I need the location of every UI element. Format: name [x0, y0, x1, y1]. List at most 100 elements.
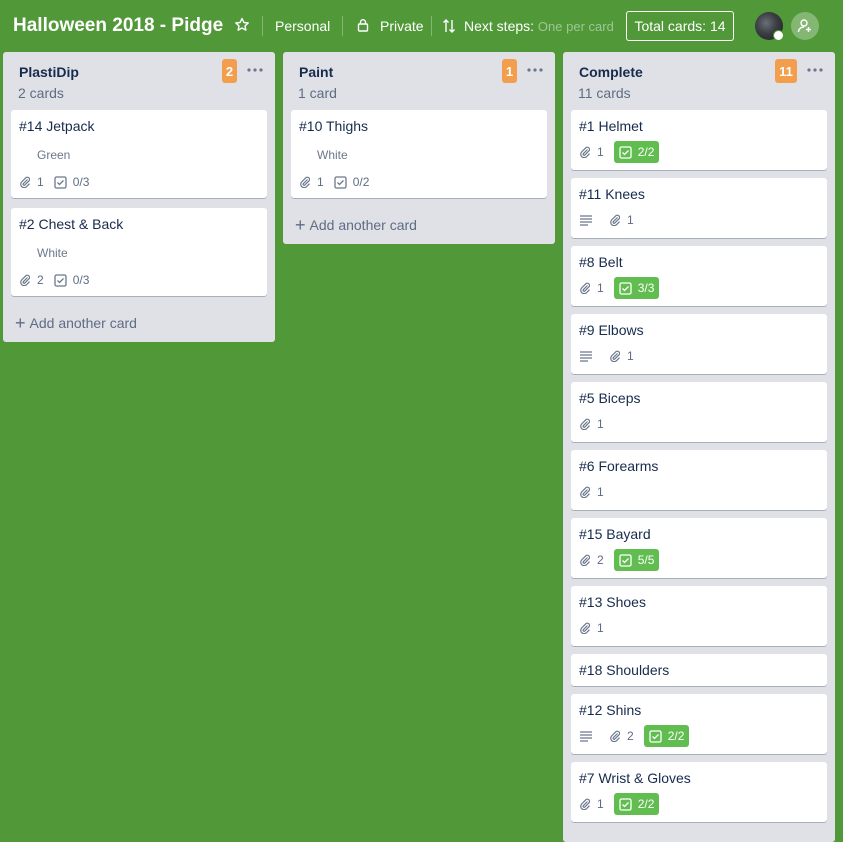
checklist-badge: 5/5	[613, 549, 660, 571]
paperclip-icon	[580, 798, 591, 810]
paperclip-icon	[610, 214, 621, 226]
list-title[interactable]: Complete	[579, 64, 643, 80]
attachment-badge: 1	[299, 172, 324, 192]
card[interactable]: #1 Helmet 1 2/2	[571, 110, 827, 170]
team-button[interactable]: Personal	[275, 18, 330, 34]
checklist-icon	[54, 273, 67, 287]
count-badge: 2	[222, 59, 237, 83]
header-divider	[342, 16, 343, 36]
board-title[interactable]: Halloween 2018 - Pidge	[13, 15, 223, 37]
attachment-badge: 2	[19, 270, 44, 290]
checklist-badge: 2/2	[613, 793, 660, 815]
checklist-count: 5/5	[637, 553, 655, 567]
list-menu-icon[interactable]	[806, 62, 824, 78]
next-steps-value: One per card	[537, 19, 614, 34]
next-steps[interactable]: Next steps: One per card	[464, 18, 614, 34]
card[interactable]: #9 Elbows 1	[571, 314, 827, 374]
checklist-badge: 2/2	[643, 725, 690, 747]
card[interactable]: #5 Biceps 1	[571, 382, 827, 442]
list-complete: Complete 11 cards 1 1 #1 Helmet 1 2/2 #11…	[563, 52, 835, 842]
list-menu-icon[interactable]	[526, 62, 544, 78]
list-menu-icon[interactable]	[246, 62, 264, 78]
checklist-badge: 0/3	[54, 270, 89, 290]
card-title: #14 Jetpack	[19, 118, 95, 134]
card[interactable]: #18 Shoulders	[571, 654, 827, 686]
card[interactable]: #10 Thighs White 1 0/2	[291, 110, 547, 198]
attachment-count: 2	[627, 729, 634, 743]
list-plastidip: PlastiDip 2 cards 2 #14 Jetpack Green 1 …	[3, 52, 275, 342]
attachment-badge: 2	[579, 550, 604, 570]
description-icon	[580, 731, 592, 742]
card[interactable]: #12 Shins 2 2/2	[571, 694, 827, 754]
card-badges: 1	[579, 210, 644, 230]
checklist-badge: 2/2	[613, 141, 660, 163]
description-badge	[579, 210, 593, 230]
card-badges: 2 5/5	[579, 549, 669, 571]
list-card-count: 11 cards	[578, 85, 631, 101]
visibility-button[interactable]: Private	[380, 18, 424, 34]
list-title[interactable]: Paint	[299, 64, 333, 80]
list-card-count: 2 cards	[18, 85, 64, 101]
attachment-badge: 1	[609, 210, 634, 230]
attachment-badge: 1	[579, 414, 604, 434]
card-badges: 1 3/3	[579, 277, 669, 299]
card-title: #5 Biceps	[579, 390, 641, 406]
card-title: #7 Wrist & Gloves	[579, 770, 691, 786]
checklist-icon	[619, 797, 632, 811]
lock-icon	[357, 19, 369, 32]
attachment-badge: 1	[579, 142, 604, 162]
add-card-button[interactable]: + Add another card	[295, 216, 417, 234]
description-badge	[579, 346, 593, 366]
card[interactable]: #7 Wrist & Gloves 1 2/2	[571, 762, 827, 822]
description-icon	[580, 351, 592, 362]
checklist-count: 2/2	[637, 797, 655, 811]
add-card-label: Add another card	[29, 315, 137, 331]
add-card-button[interactable]: + Add another card	[15, 314, 137, 332]
attachment-count: 1	[627, 213, 634, 227]
attachment-count: 2	[37, 273, 44, 287]
card[interactable]: #11 Knees 1	[571, 178, 827, 238]
paperclip-icon	[580, 622, 591, 634]
attachment-count: 1	[317, 175, 324, 189]
card-badges: 2 2/2	[579, 725, 699, 747]
checklist-count: 2/2	[667, 729, 685, 743]
attachment-count: 1	[37, 175, 44, 189]
card-badges: 1 2/2	[579, 793, 669, 815]
card-label: White	[37, 246, 68, 260]
card-badges: 1	[579, 482, 614, 502]
card-title: #15 Bayard	[579, 526, 651, 542]
star-icon[interactable]	[234, 17, 250, 33]
paperclip-icon	[580, 486, 591, 498]
card[interactable]: #6 Forearms 1	[571, 450, 827, 510]
card[interactable]: #15 Bayard 2 5/5	[571, 518, 827, 578]
paperclip-icon	[20, 274, 31, 286]
attachment-badge: 1	[579, 278, 604, 298]
paperclip-icon	[300, 176, 311, 188]
header-divider	[431, 16, 432, 36]
attachment-count: 1	[597, 281, 604, 295]
description-badge	[579, 726, 593, 746]
checklist-count: 0/2	[352, 175, 370, 189]
checklist-icon	[334, 175, 347, 189]
paperclip-icon	[20, 176, 31, 188]
board-header: Halloween 2018 - Pidge Personal Private …	[0, 0, 843, 52]
card-title: #8 Belt	[579, 254, 623, 270]
card-title: #10 Thighs	[299, 118, 369, 134]
attachment-count: 1	[627, 349, 634, 363]
card[interactable]: #2 Chest & Back White 2 0/3	[11, 208, 267, 296]
card-title: #11 Knees	[579, 186, 645, 202]
paperclip-icon	[610, 730, 621, 742]
total-cards-button[interactable]: Total cards: 14	[626, 11, 734, 41]
card[interactable]: #8 Belt 1 3/3	[571, 246, 827, 306]
card[interactable]: #14 Jetpack Green 1 0/3	[11, 110, 267, 198]
checklist-count: 0/3	[72, 175, 90, 189]
add-card-label: Add another card	[309, 217, 417, 233]
list-title[interactable]: PlastiDip	[19, 64, 79, 80]
attachment-badge: 1	[579, 794, 604, 814]
attachment-count: 1	[597, 485, 604, 499]
card-title: #18 Shoulders	[579, 662, 670, 678]
card[interactable]: #13 Shoes 1	[571, 586, 827, 646]
sort-icon	[443, 19, 455, 33]
invite-button[interactable]	[791, 12, 819, 40]
card-badges: 1 2/2	[579, 141, 669, 163]
